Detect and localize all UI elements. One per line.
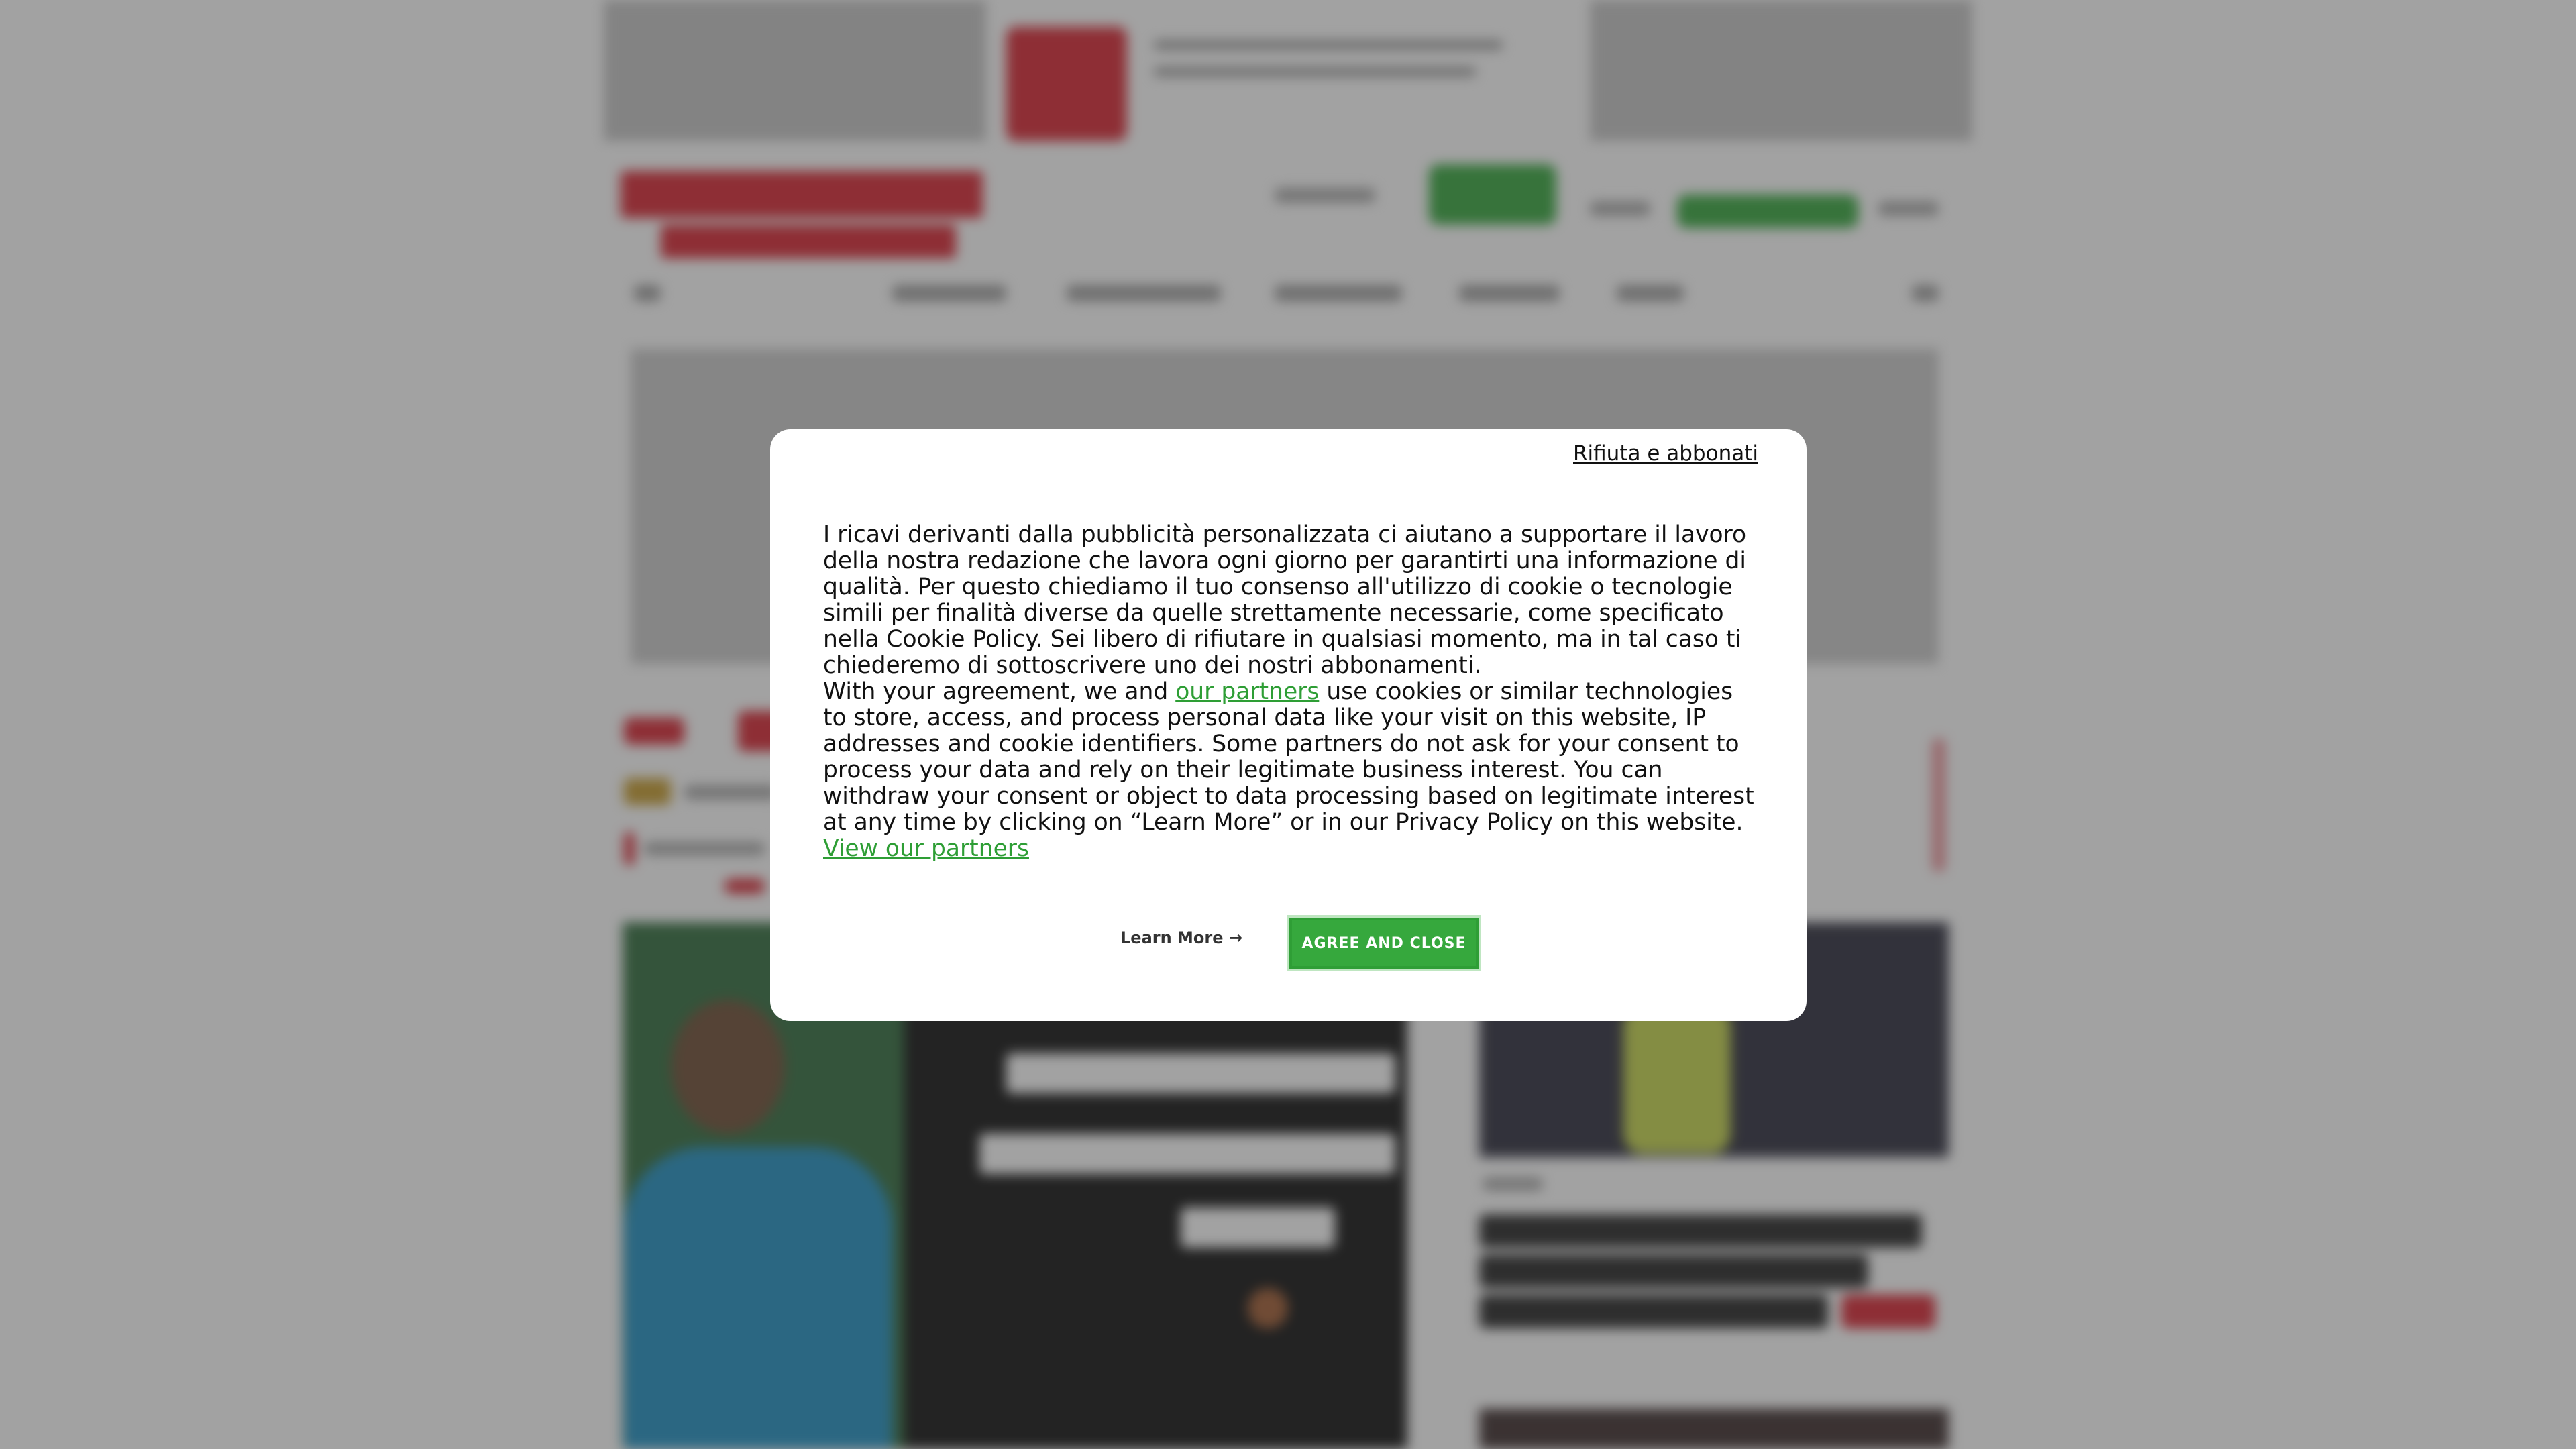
reject-and-subscribe-link[interactable]: Rifiuta e abbonati xyxy=(1573,441,1758,466)
consent-text-en-start: With your agreement, we and xyxy=(823,678,1169,705)
view-partners-link[interactable]: View our partners xyxy=(823,835,1029,862)
cookie-consent-dialog: Rifiuta e abbonati I ricavi derivanti da… xyxy=(770,429,1807,1021)
our-partners-link[interactable]: our partners xyxy=(1175,678,1319,705)
consent-paragraph-en: With your agreement, we and our partners… xyxy=(823,679,1762,836)
learn-more-button[interactable]: Learn More → xyxy=(1120,928,1242,947)
consent-paragraph-it: I ricavi derivanti dalla pubblicità pers… xyxy=(823,521,1747,679)
agree-and-close-button[interactable]: AGREE AND CLOSE xyxy=(1287,915,1481,971)
consent-text: I ricavi derivanti dalla pubblicità pers… xyxy=(823,522,1762,862)
agree-and-close-label: AGREE AND CLOSE xyxy=(1292,920,1476,966)
